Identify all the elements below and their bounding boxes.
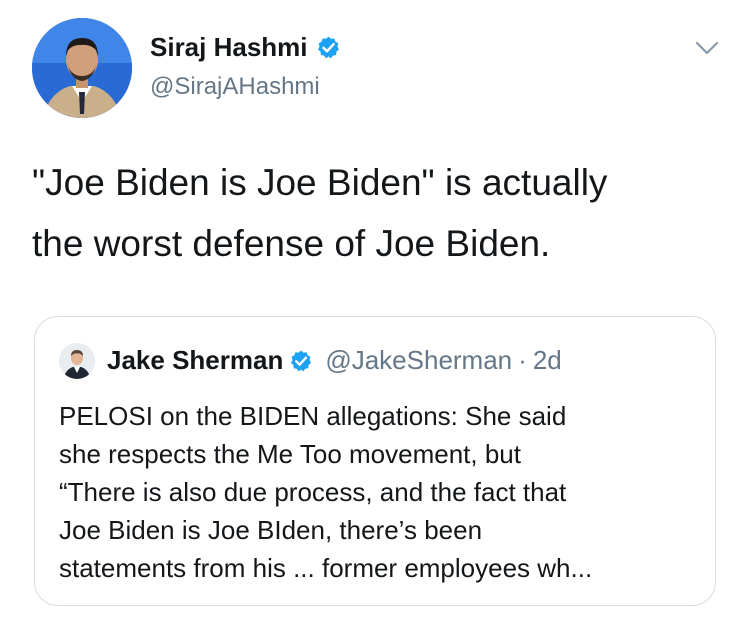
quoted-handle[interactable]: @JakeSherman	[325, 345, 512, 376]
quoted-text-line: statements from his ... former employees…	[59, 553, 593, 583]
tweet-text-line: "Joe Biden is Joe Biden" is actually	[32, 162, 608, 203]
quoted-display-name[interactable]: Jake Sherman	[107, 345, 283, 376]
quoted-text-line: she respects the Me Too movement, but	[59, 439, 521, 469]
quoted-text-line: PELOSI on the BIDEN allegations: She sai…	[59, 401, 567, 431]
quoted-timestamp[interactable]: 2d	[533, 345, 562, 376]
tweet-text-line: the worst defense of Joe Biden.	[32, 223, 551, 264]
quoted-avatar-image	[59, 343, 95, 379]
quoted-separator: ·	[518, 345, 527, 375]
quoted-text-line: “There is also due process, and the fact…	[59, 477, 567, 507]
verified-badge-icon	[317, 36, 339, 59]
author-display-name[interactable]: Siraj Hashmi	[150, 32, 308, 63]
author-name-row[interactable]: Siraj Hashmi	[150, 32, 341, 63]
quoted-header: Jake Sherman @JakeSherman · 2d	[107, 345, 562, 376]
verified-badge-icon	[291, 350, 312, 371]
author-handle[interactable]: @SirajAHashmi	[150, 73, 320, 101]
chevron-down-icon[interactable]	[692, 38, 722, 58]
author-avatar[interactable]	[32, 18, 132, 118]
quoted-tweet-card[interactable]: Jake Sherman @JakeSherman · 2d PELOSI on…	[34, 316, 716, 606]
tweet: Siraj Hashmi @SirajAHashmi "Joe Biden is…	[0, 0, 750, 637]
quoted-author-avatar[interactable]	[59, 343, 95, 379]
avatar-image	[32, 18, 132, 118]
quoted-text-line: Joe Biden is Joe BIden, there’s been	[59, 515, 483, 545]
quoted-tweet-text: PELOSI on the BIDEN allegations: She sai…	[59, 397, 699, 587]
tweet-text: "Joe Biden is Joe Biden" is actually the…	[32, 152, 722, 274]
